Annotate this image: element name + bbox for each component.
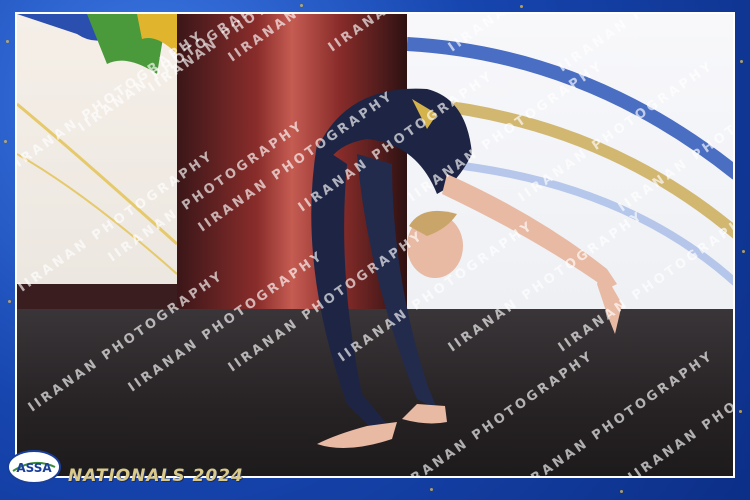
gold-fleck xyxy=(6,40,9,43)
gold-fleck xyxy=(520,5,523,8)
gold-fleck xyxy=(8,300,11,303)
gold-fleck xyxy=(740,60,743,63)
gold-fleck xyxy=(430,488,433,491)
gold-fleck xyxy=(300,4,303,7)
gold-fleck xyxy=(4,140,7,143)
logo-text: ASSA xyxy=(16,461,52,475)
assa-logo: ASSA xyxy=(7,450,61,484)
gold-fleck xyxy=(620,490,623,493)
dancer-figure xyxy=(311,88,622,448)
photo-frame: IIRANAN PHOTOGRAPHY IIRANAN PHOTOGRAPHY … xyxy=(0,0,750,500)
gold-fleck xyxy=(742,250,745,253)
dance-photo: IIRANAN PHOTOGRAPHY IIRANAN PHOTOGRAPHY … xyxy=(15,12,735,478)
gold-fleck xyxy=(739,410,742,413)
event-title: NATIONALS 2024 xyxy=(68,466,244,486)
